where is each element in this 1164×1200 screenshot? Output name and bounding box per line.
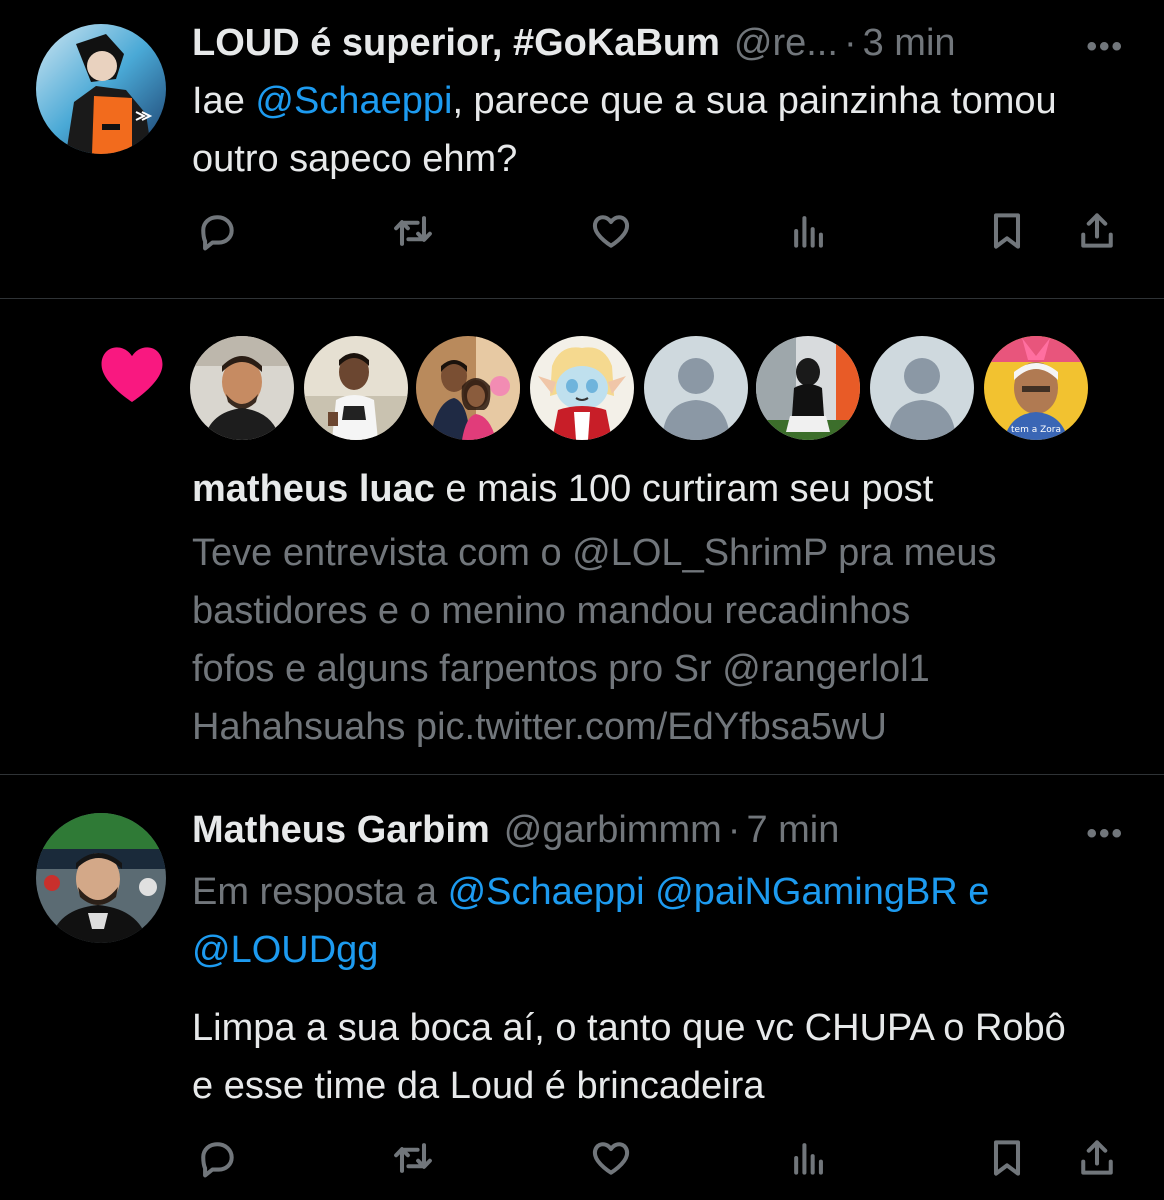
avatar-placeholder[interactable] — [870, 336, 974, 440]
preview-line: fofos e alguns farpentos pro Sr @rangerl… — [192, 648, 930, 690]
avatar[interactable] — [530, 336, 634, 440]
avatar[interactable]: tem a Zora — [984, 336, 1088, 440]
preview-line: Teve entrevista com o @LOL_ShrimP pra me… — [192, 532, 997, 574]
tweet-header: LOUD é superior, #GoKaBum @re... · 3 min — [192, 22, 1134, 65]
avatar[interactable] — [416, 336, 520, 440]
reply-and: e — [957, 871, 990, 913]
separator: · — [843, 22, 857, 64]
avatar[interactable] — [756, 336, 860, 440]
mention-link[interactable]: @LOUDgg — [192, 929, 378, 971]
avatar[interactable] — [36, 24, 166, 154]
handle[interactable]: @garbimmm — [504, 809, 722, 852]
tweet-text: Iae @Schaeppi, parece que a sua painzinh… — [192, 72, 1112, 188]
tweet-text: Limpa a sua boca aí, o tanto que vc CHUP… — [192, 1007, 1066, 1107]
tweet-header: Matheus Garbim @garbimmm · 7 min — [192, 809, 1134, 852]
avatar-placeholder[interactable] — [644, 336, 748, 440]
display-name[interactable]: LOUD é superior, #GoKaBum — [192, 22, 720, 65]
liker-name[interactable]: matheus luac — [192, 468, 435, 510]
like-icon[interactable] — [586, 1133, 636, 1183]
tweet-loud[interactable]: LOUD é superior, #GoKaBum @re... · 3 min… — [0, 0, 1164, 298]
display-name[interactable]: Matheus Garbim — [192, 809, 490, 852]
handle[interactable]: @re... — [734, 22, 838, 65]
views-icon[interactable] — [784, 206, 834, 256]
liked-post-preview[interactable]: Teve entrevista com o @LOL_ShrimP pra me… — [192, 524, 1112, 756]
preview-line: Hahahsuahs pic.twitter.com/EdYfbsa5wU — [192, 706, 887, 748]
retweet-icon[interactable] — [388, 206, 438, 256]
timestamp[interactable]: 3 min — [863, 22, 956, 65]
reply-context: Em resposta a @Schaeppi @paiNGamingBR e @… — [192, 863, 1112, 979]
reply-prefix: Em resposta a — [192, 871, 448, 913]
mention-link[interactable]: @Schaeppi — [448, 871, 645, 913]
tweet-garbim[interactable]: Matheus Garbim @garbimmm · 7 min ••• Em … — [0, 775, 1164, 1200]
retweet-icon[interactable] — [388, 1133, 438, 1183]
views-icon[interactable] — [784, 1133, 834, 1183]
action-bar — [0, 1133, 1164, 1193]
reply-icon[interactable] — [192, 1133, 242, 1183]
avatar-caption: tem a Zora — [1011, 425, 1061, 435]
liker-avatars: tem a Zora — [0, 336, 1164, 444]
action-bar — [0, 206, 1164, 266]
like-icon[interactable] — [586, 206, 636, 256]
like-summary: matheus luac e mais 100 curtiram seu pos… — [192, 460, 1112, 518]
bookmark-icon[interactable] — [982, 206, 1032, 256]
more-options-icon[interactable]: ••• — [1086, 817, 1124, 851]
bookmark-icon[interactable] — [982, 1133, 1032, 1183]
reply-icon[interactable] — [192, 206, 242, 256]
avatar[interactable] — [190, 336, 294, 440]
avatar[interactable] — [304, 336, 408, 440]
mention-link[interactable]: @Schaeppi — [255, 80, 452, 122]
share-icon[interactable] — [1072, 206, 1122, 256]
preview-line: bastidores e o menino mandou recadinhos — [192, 590, 911, 632]
more-options-icon[interactable]: ••• — [1086, 30, 1124, 64]
text-segment — [645, 871, 656, 913]
separator: · — [727, 809, 741, 851]
like-summary-text: e mais 100 curtiram seu post — [434, 468, 934, 510]
mention-link[interactable]: @paiNGamingBR — [655, 871, 958, 913]
timestamp[interactable]: 7 min — [746, 809, 839, 852]
share-icon[interactable] — [1072, 1133, 1122, 1183]
text-segment: Iae — [192, 80, 256, 122]
avatar[interactable] — [36, 813, 166, 943]
